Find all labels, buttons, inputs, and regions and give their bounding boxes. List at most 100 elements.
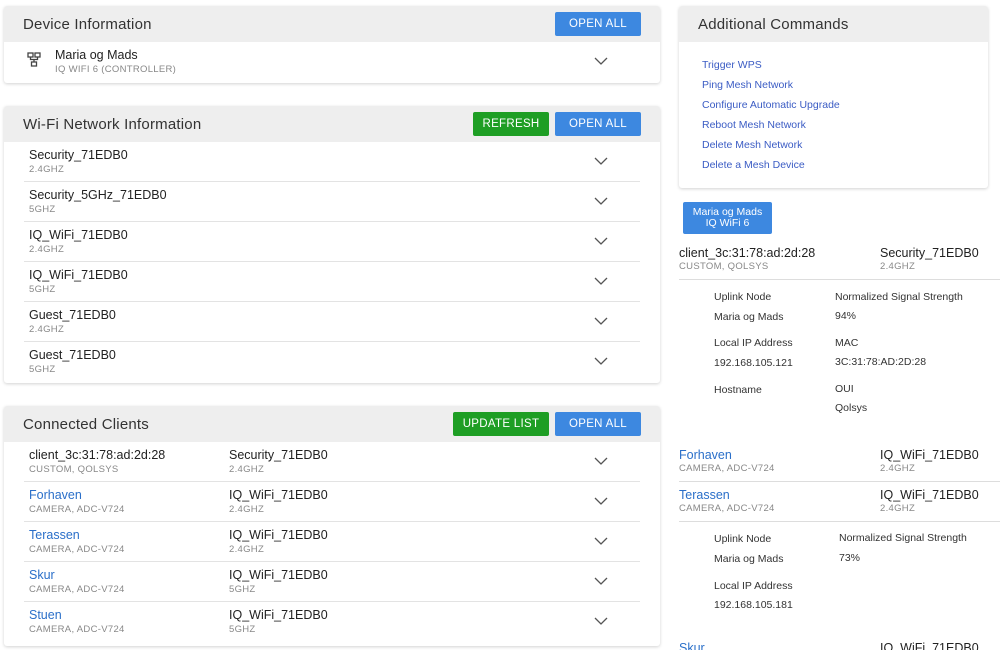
- mesh-node-model: IQ WiFi 6: [705, 217, 750, 229]
- client-row[interactable]: Terassen CAMERA, ADC-V724 IQ_WiFi_71EDB0…: [24, 522, 640, 562]
- hostname-label: Hostname: [714, 384, 762, 396]
- client-type: CAMERA, ADC-V724: [29, 624, 125, 635]
- wifi-network-row[interactable]: IQ_WiFi_71EDB0 5GHZ: [24, 262, 640, 302]
- network-name: Security_5GHz_71EDB0: [29, 188, 167, 202]
- client-type: CAMERA, ADC-V724: [29, 584, 125, 595]
- client-row[interactable]: Forhaven CAMERA, ADC-V724 IQ_WiFi_71EDB0…: [24, 482, 640, 522]
- configure-automatic-upgrade-link[interactable]: Configure Automatic Upgrade: [702, 99, 840, 111]
- node-client-type: CUSTOM, QOLSYS: [679, 261, 769, 272]
- oui-value: Qolsys: [835, 402, 868, 414]
- network-band: 2.4GHZ: [29, 244, 65, 255]
- chevron-down-icon[interactable]: [594, 574, 608, 588]
- client-row[interactable]: client_3c:31:78:ad:2d:28 CUSTOM, QOLSYS …: [24, 442, 640, 482]
- chevron-down-icon[interactable]: [594, 154, 608, 168]
- chevron-down-icon[interactable]: [594, 354, 608, 368]
- local-ip-label: Local IP Address: [714, 580, 793, 592]
- ping-mesh-network-link[interactable]: Ping Mesh Network: [702, 79, 793, 91]
- client-band: 2.4GHZ: [229, 544, 265, 555]
- reboot-mesh-network-link[interactable]: Reboot Mesh Network: [702, 119, 806, 131]
- uplink-node-label: Uplink Node: [714, 291, 772, 303]
- network-band: 2.4GHZ: [29, 324, 65, 335]
- wifi-open-all-button[interactable]: OPEN ALL: [555, 112, 641, 136]
- wifi-network-row[interactable]: IQ_WiFi_71EDB0 2.4GHZ: [24, 222, 640, 262]
- local-ip-value: 192.168.105.121: [714, 357, 793, 369]
- network-band: 2.4GHZ: [29, 164, 65, 175]
- client-type: CAMERA, ADC-V724: [29, 504, 125, 515]
- wifi-network-row[interactable]: Guest_71EDB0 2.4GHZ: [24, 302, 640, 342]
- chevron-down-icon[interactable]: [594, 614, 608, 628]
- node-client-band: 2.4GHZ: [880, 503, 916, 514]
- connected-clients-header: Connected Clients UPDATE LIST OPEN ALL: [4, 406, 660, 442]
- wifi-network-panel: Wi-Fi Network Information REFRESH OPEN A…: [4, 106, 660, 383]
- client-name-link[interactable]: Stuen: [29, 608, 62, 622]
- chevron-down-icon[interactable]: [594, 534, 608, 548]
- wifi-network-row[interactable]: Security_5GHz_71EDB0 5GHZ: [24, 182, 640, 222]
- trigger-wps-link[interactable]: Trigger WPS: [702, 59, 762, 71]
- node-client-name-link[interactable]: Terassen: [679, 488, 730, 502]
- additional-commands-header: Additional Commands: [679, 6, 988, 42]
- network-name: Security_71EDB0: [29, 148, 128, 162]
- wifi-network-row[interactable]: Guest_71EDB0 5GHZ: [24, 342, 640, 382]
- connected-clients-title: Connected Clients: [23, 415, 149, 433]
- delete-mesh-network-link[interactable]: Delete Mesh Network: [702, 139, 802, 151]
- chevron-down-icon[interactable]: [594, 194, 608, 208]
- client-type: CUSTOM, QOLSYS: [29, 464, 119, 475]
- node-client-network: IQ_WiFi_71EDB0: [880, 448, 979, 462]
- client-row[interactable]: Skur CAMERA, ADC-V724 IQ_WiFi_71EDB0 5GH…: [24, 562, 640, 602]
- clients-list: client_3c:31:78:ad:2d:28 CUSTOM, QOLSYS …: [4, 442, 660, 642]
- signal-strength-value: 94%: [835, 310, 857, 322]
- additional-commands-title: Additional Commands: [698, 15, 849, 33]
- refresh-button[interactable]: REFRESH: [473, 112, 549, 136]
- client-row[interactable]: Stuen CAMERA, ADC-V724 IQ_WiFi_71EDB0 5G…: [24, 602, 640, 642]
- uplink-node-value: Maria og Mads: [714, 311, 784, 323]
- network-band: 5GHZ: [29, 364, 56, 375]
- node-client-row[interactable]: Terassen CAMERA, ADC-V724 IQ_WiFi_71EDB0…: [679, 482, 1000, 522]
- delete-mesh-device-link[interactable]: Delete a Mesh Device: [702, 159, 805, 171]
- node-client-name: client_3c:31:78:ad:2d:28: [679, 246, 816, 260]
- chevron-down-icon[interactable]: [594, 314, 608, 328]
- chevron-down-icon[interactable]: [594, 494, 608, 508]
- update-list-button[interactable]: UPDATE LIST: [453, 412, 549, 436]
- device-open-all-button[interactable]: OPEN ALL: [555, 12, 641, 36]
- node-client-network: IQ_WiFi_71EDB0: [880, 641, 979, 650]
- wifi-network-list: Security_71EDB0 2.4GHZ Security_5GHz_71E…: [4, 142, 660, 382]
- device-name: Maria og Mads: [55, 48, 138, 62]
- chevron-down-icon[interactable]: [594, 274, 608, 288]
- client-name-link[interactable]: Terassen: [29, 528, 80, 542]
- client-network: IQ_WiFi_71EDB0: [229, 608, 328, 622]
- wifi-network-row[interactable]: Security_71EDB0 2.4GHZ: [24, 142, 640, 182]
- node-client-network: IQ_WiFi_71EDB0: [880, 488, 979, 502]
- node-client-name-link[interactable]: Skur: [679, 641, 705, 650]
- client-name-link[interactable]: Forhaven: [29, 488, 82, 502]
- connected-clients-panel: Connected Clients UPDATE LIST OPEN ALL c…: [4, 406, 660, 646]
- client-type: CAMERA, ADC-V724: [29, 544, 125, 555]
- uplink-node-value: Maria og Mads: [714, 553, 784, 565]
- device-information-title: Device Information: [23, 15, 152, 33]
- clients-open-all-button[interactable]: OPEN ALL: [555, 412, 641, 436]
- node-client-row[interactable]: client_3c:31:78:ad:2d:28 CUSTOM, QOLSYS …: [679, 240, 1000, 280]
- client-network: IQ_WiFi_71EDB0: [229, 568, 328, 582]
- mesh-node-button[interactable]: Maria og Mads IQ WiFi 6: [683, 202, 772, 234]
- client-name: client_3c:31:78:ad:2d:28: [29, 448, 166, 462]
- network-name: Guest_71EDB0: [29, 348, 116, 362]
- chevron-down-icon[interactable]: [594, 234, 608, 248]
- signal-strength-label: Normalized Signal Strength: [835, 291, 963, 303]
- client-network: IQ_WiFi_71EDB0: [229, 528, 328, 542]
- local-ip-value: 192.168.105.181: [714, 599, 793, 611]
- chevron-down-icon[interactable]: [594, 54, 608, 68]
- client-band: 5GHZ: [229, 584, 256, 595]
- node-client-name-link[interactable]: Forhaven: [679, 448, 732, 462]
- client-network: Security_71EDB0: [229, 448, 328, 462]
- client-name-link[interactable]: Skur: [29, 568, 55, 582]
- node-client-row[interactable]: Forhaven CAMERA, ADC-V724 IQ_WiFi_71EDB0…: [679, 442, 1000, 482]
- node-client-row[interactable]: Skur IQ_WiFi_71EDB0: [679, 641, 1000, 650]
- wifi-network-title: Wi-Fi Network Information: [23, 115, 202, 133]
- client-band: 2.4GHZ: [229, 464, 265, 475]
- device-row[interactable]: Maria og Mads IQ WIFI 6 (CONTROLLER): [24, 42, 640, 82]
- wifi-network-header: Wi-Fi Network Information REFRESH OPEN A…: [4, 106, 660, 142]
- device-model: IQ WIFI 6 (CONTROLLER): [55, 64, 177, 75]
- chevron-down-icon[interactable]: [594, 454, 608, 468]
- local-ip-label: Local IP Address: [714, 337, 793, 349]
- signal-strength-value: 73%: [839, 552, 861, 564]
- node-client-band: 2.4GHZ: [880, 261, 916, 272]
